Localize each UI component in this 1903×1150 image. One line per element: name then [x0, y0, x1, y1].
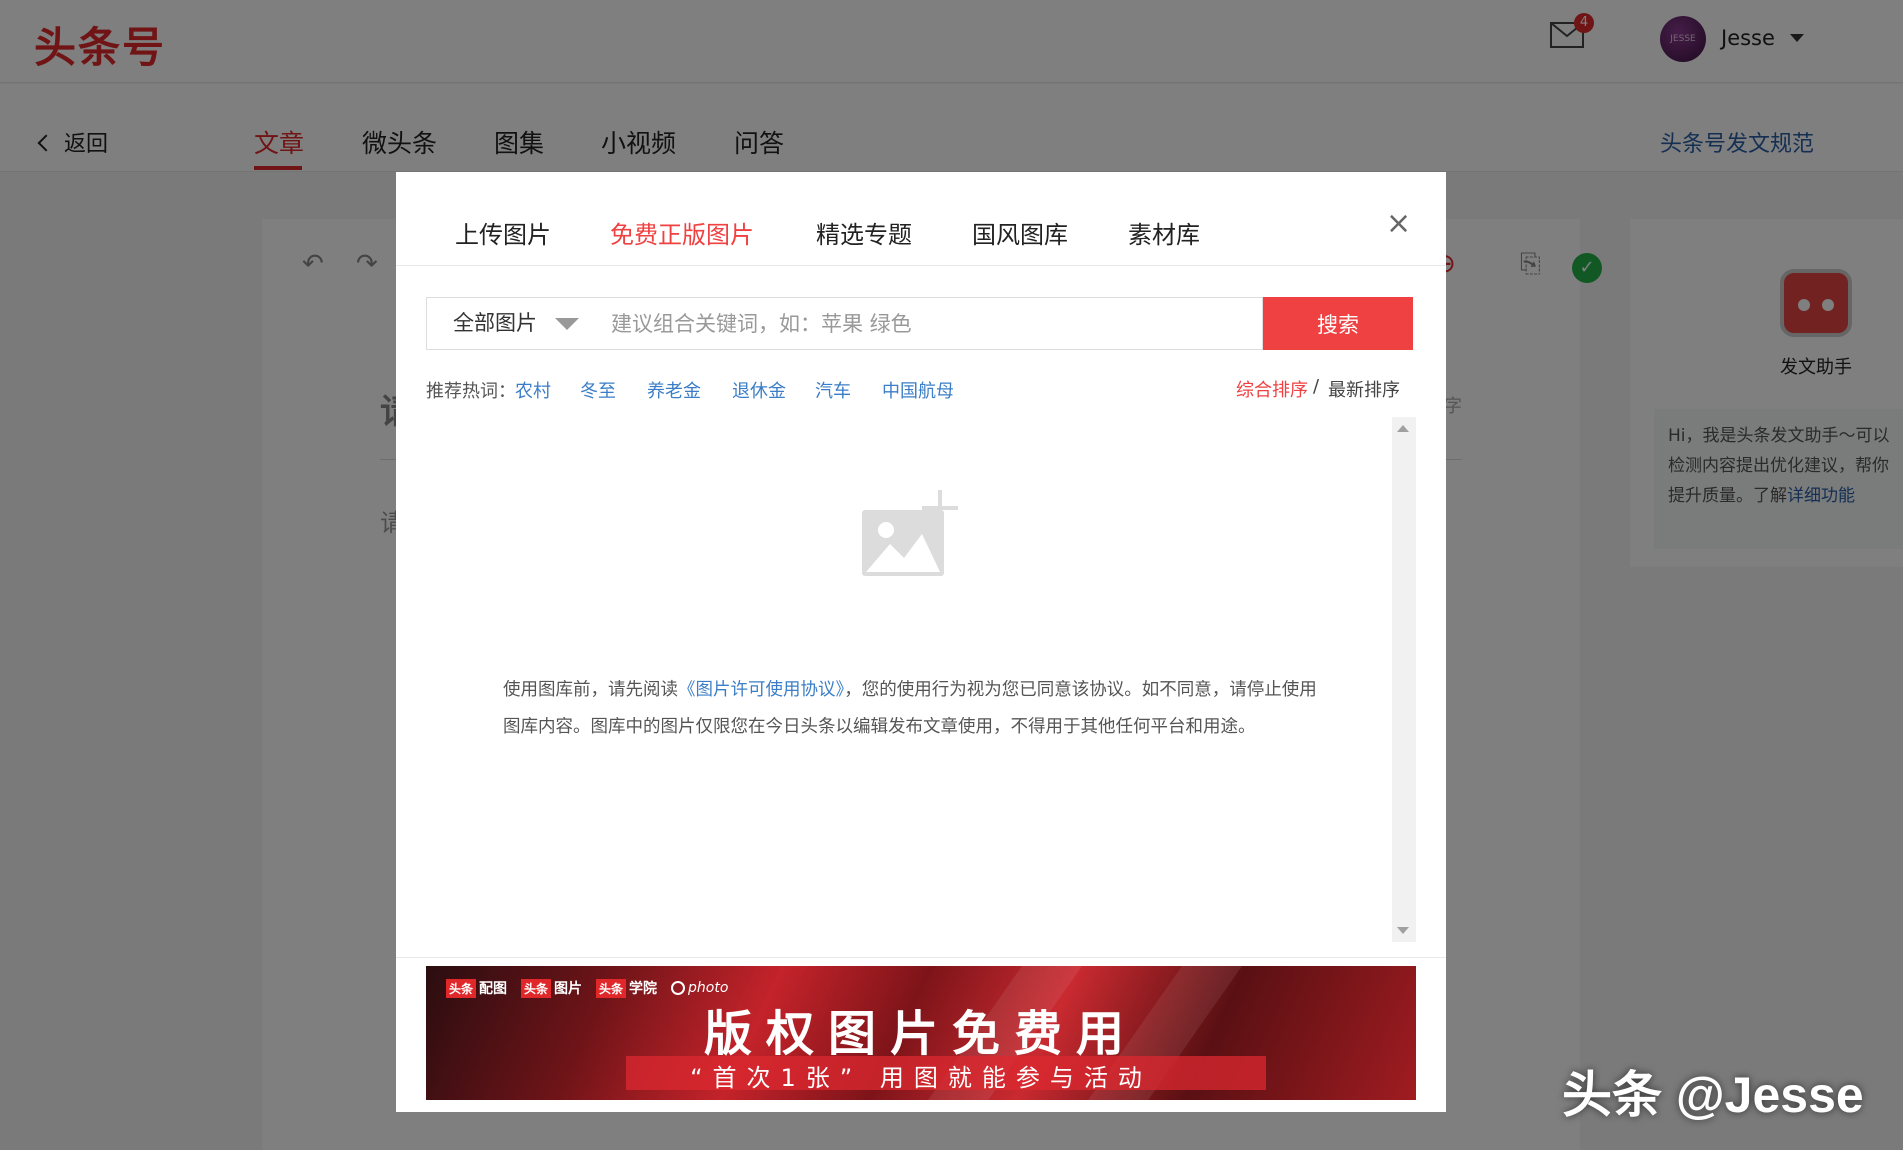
tab-upload-image[interactable]: 上传图片	[455, 215, 551, 250]
banner-title: 版权图片免费用	[703, 1006, 1138, 1062]
modal-tabs: 上传图片 免费正版图片 精选专题 国风图库 素材库 ×	[396, 172, 1446, 266]
image-type-select[interactable]: 全部图片	[426, 297, 598, 350]
search-button[interactable]: 搜索	[1263, 297, 1413, 350]
modal-divider	[396, 957, 1446, 958]
license-agreement-link[interactable]: 《图片许可使用协议》	[678, 680, 844, 700]
hot-word[interactable]: 退休金	[732, 377, 786, 403]
hot-word[interactable]: 养老金	[647, 377, 701, 403]
hot-word[interactable]: 汽车	[815, 377, 851, 403]
sort-latest[interactable]: 最新排序	[1328, 376, 1400, 402]
hot-words-label: 推荐热词：	[426, 381, 516, 402]
hot-word[interactable]: 冬至	[580, 377, 616, 403]
image-library-modal: 上传图片 免费正版图片 精选专题 国风图库 素材库 × 全部图片 搜索 推荐热词…	[396, 172, 1446, 1112]
sort-comprehensive[interactable]: 综合排序	[1236, 376, 1308, 402]
photo-logo-icon	[671, 981, 686, 995]
tab-free-licensed-images[interactable]: 免费正版图片	[610, 215, 754, 250]
scroll-down-arrow-icon[interactable]	[1397, 927, 1409, 934]
watermark: 头条 @Jesse	[1562, 1067, 1864, 1123]
tab-chinese-style-gallery[interactable]: 国风图库	[972, 215, 1068, 250]
close-icon[interactable]: ×	[1386, 206, 1411, 241]
sort-separator: /	[1313, 376, 1320, 397]
chevron-down-icon	[555, 318, 579, 330]
hot-word[interactable]: 农村	[515, 377, 551, 403]
scroll-up-arrow-icon[interactable]	[1397, 425, 1409, 432]
search-input[interactable]	[597, 297, 1263, 350]
promo-banner[interactable]: 头条 配图 头条 图片 头条 学院 photo 版权图片免费用 “首次1张” 用图就能…	[426, 966, 1416, 1100]
license-notice: 使用图库前，请先阅读《图片许可使用协议》，您的使用行为视为您已同意该协议。如不同…	[503, 672, 1333, 746]
notice-text-before: 使用图库前，请先阅读	[503, 680, 678, 700]
scrollbar[interactable]	[1392, 417, 1416, 942]
banner-subtitle: “首次1张” 用图就能参与活动	[690, 1064, 1152, 1092]
tab-material-library[interactable]: 素材库	[1128, 215, 1200, 250]
tab-featured-topics[interactable]: 精选专题	[816, 215, 912, 250]
image-type-value: 全部图片	[453, 311, 537, 335]
hot-word[interactable]: 中国航母	[882, 377, 954, 403]
image-add-icon	[862, 490, 958, 576]
